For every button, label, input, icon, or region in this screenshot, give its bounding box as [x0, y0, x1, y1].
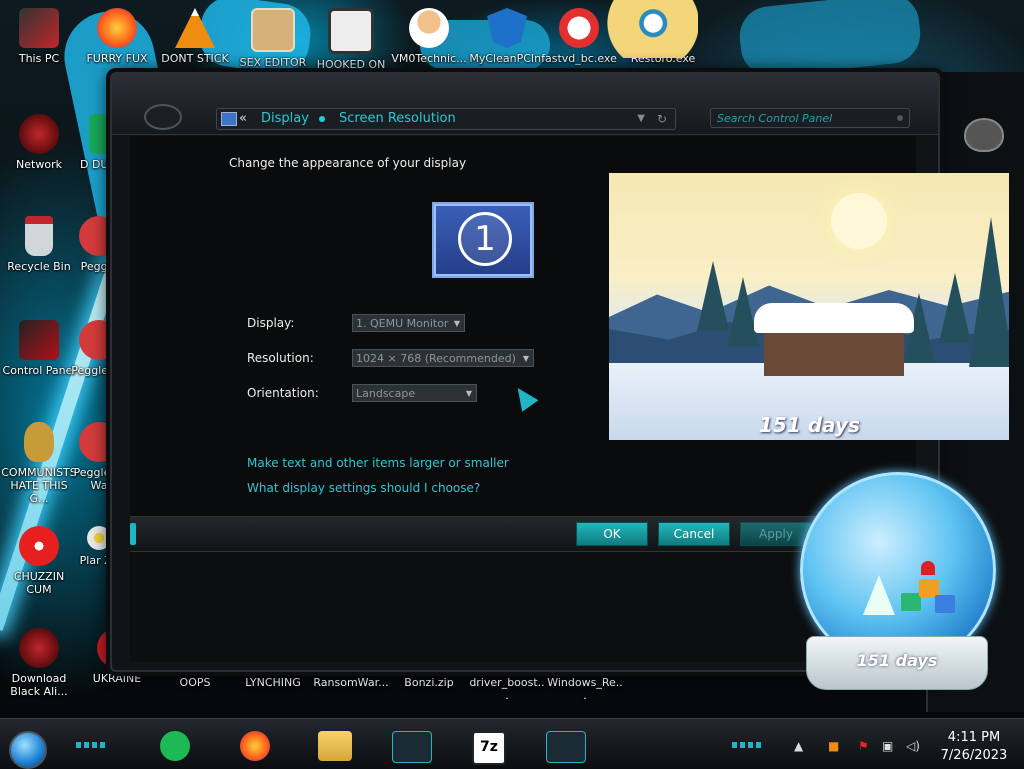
clock[interactable]: 4:11 PM 7/26/2023 — [934, 729, 1014, 765]
file-explorer-icon[interactable] — [318, 731, 352, 761]
vlc-cone-icon — [175, 8, 215, 48]
back-chevron-icon[interactable]: « — [239, 109, 247, 129]
breadcrumb-screen-resolution[interactable]: Screen Resolution — [339, 109, 456, 129]
resolution-select[interactable]: 1024 × 768 (Recommended) ▼ — [352, 349, 534, 367]
computer-icon — [19, 8, 59, 48]
wallpaper-splash — [736, 0, 924, 80]
7zip-icon[interactable]: 7z — [472, 731, 506, 765]
spotify-icon[interactable] — [160, 731, 190, 761]
desktop-icon-oops[interactable]: OOPS — [156, 676, 234, 689]
money-bag-icon — [24, 422, 54, 462]
display-help-link[interactable]: What display settings should I choose? — [247, 481, 480, 495]
network-icon[interactable]: ▣ — [882, 739, 893, 753]
alienware-logo-icon[interactable] — [964, 118, 1004, 152]
desktop-icon-mycleanpc[interactable]: MyCleanPCIn... — [468, 8, 546, 78]
chuzzle-icon — [19, 526, 59, 566]
desktop-icon-vm0technic[interactable]: VM0Technic... — [390, 8, 468, 65]
pine-tree — [697, 261, 729, 331]
start-orb-icon[interactable] — [9, 731, 47, 769]
desktop-icon-ransomware[interactable]: RansomWar... — [312, 676, 390, 689]
search-placeholder: Search Control Panel — [717, 112, 833, 125]
desktop-icon-sex-editor[interactable]: SEX EDITOR — [234, 8, 312, 69]
chevron-down-icon: ▼ — [522, 354, 529, 363]
pine-tree — [969, 217, 1009, 367]
ok-button[interactable]: OK — [576, 522, 648, 546]
display-label: Display: — [247, 316, 295, 330]
chevron-down-icon[interactable]: ▼ — [637, 109, 645, 129]
display-value: 1. QEMU Monitor — [356, 317, 449, 330]
gift-icon — [935, 595, 955, 613]
shield-icon — [487, 8, 527, 48]
chevron-down-icon: ▼ — [453, 319, 460, 328]
days-counter: 151 days — [759, 413, 860, 437]
desktop-icon-dont-stick[interactable]: DONT STICK — [156, 8, 234, 65]
control-panel-icon — [19, 320, 59, 360]
monitor-preview[interactable]: 1 — [432, 202, 534, 278]
display-select[interactable]: 1. QEMU Monitor ▼ — [352, 314, 465, 332]
desktop-icon-this-pc[interactable]: This PC — [0, 8, 78, 65]
monitor-number: 1 — [458, 212, 512, 266]
display-app-icon[interactable] — [392, 731, 432, 763]
orientation-select[interactable]: Landscape ▼ — [352, 384, 477, 402]
globe-days-counter: 151 days — [856, 651, 938, 670]
globe-tree — [863, 575, 895, 615]
resolution-value: 1024 × 768 (Recommended) — [356, 352, 516, 365]
flower-icon — [87, 526, 111, 550]
action-center-flag-icon[interactable]: ⚑ — [858, 739, 869, 753]
snow-globe-base: 151 days — [806, 636, 988, 690]
desktop-icon-windows-re[interactable]: Windows_Re... — [546, 676, 624, 702]
tray-app-icon[interactable]: ■ — [828, 739, 839, 753]
game-icon — [328, 8, 374, 54]
desktop-icon-lynching[interactable]: LYNCHING — [234, 676, 312, 689]
apply-button[interactable]: Apply — [740, 522, 812, 546]
santa-hat-icon — [921, 561, 935, 575]
window-titlebar: « Display Screen Resolution ▼ ↻ Search C… — [112, 74, 938, 135]
app-icon — [89, 114, 109, 154]
pine-tree — [939, 273, 971, 343]
accent-stripe — [130, 523, 136, 545]
alienware-app-icon[interactable] — [546, 731, 586, 763]
cabin-roof — [754, 303, 914, 333]
breadcrumb-separator-icon — [319, 116, 325, 122]
firefox-icon — [97, 8, 137, 48]
address-bar[interactable]: « Display Screen Resolution ▼ ↻ — [216, 108, 676, 130]
chevron-down-icon: ▼ — [465, 389, 472, 398]
orientation-value: Landscape — [356, 387, 416, 400]
gift-icon — [901, 593, 921, 611]
tray-chevron-icon[interactable]: ▲ — [794, 739, 803, 753]
page-title: Change the appearance of your display — [229, 156, 467, 170]
refresh-icon[interactable]: ↻ — [657, 109, 667, 129]
taskbar-decoration — [732, 742, 762, 748]
volume-icon[interactable]: ◁) — [906, 739, 920, 753]
desktop-icon-bonzi[interactable]: Bonzi.zip — [390, 676, 468, 689]
taskbar-decoration — [76, 742, 106, 748]
firefox-icon[interactable] — [240, 731, 270, 761]
hxd-editor-icon — [251, 8, 295, 52]
desktop-icon-download-black[interactable]: Download Black Ali... — [0, 628, 78, 698]
desktop-icon-furry-fux[interactable]: FURRY FUX — [78, 8, 156, 65]
doctor-icon — [409, 8, 449, 48]
desktop-icon-hooked-on[interactable]: HOOKED ON — [312, 8, 390, 71]
clock-date: 7/26/2023 — [940, 748, 1008, 763]
sun — [831, 193, 887, 249]
monitor-icon — [221, 112, 237, 126]
breadcrumb-display[interactable]: Display — [261, 109, 309, 129]
alien-emblem-icon — [144, 104, 182, 130]
cancel-button[interactable]: Cancel — [658, 522, 730, 546]
search-icon[interactable] — [897, 115, 903, 121]
clock-time: 4:11 PM — [947, 730, 1001, 745]
alien-orb-icon — [19, 114, 59, 154]
text-size-link[interactable]: Make text and other items larger or smal… — [247, 456, 509, 470]
alien-orb-icon — [19, 628, 59, 668]
winter-countdown-widget[interactable]: 151 days — [609, 173, 1009, 440]
trash-icon — [25, 216, 53, 256]
desktop-icon-driver-booster[interactable]: driver_boost... — [468, 676, 546, 702]
taskbar: 7z ▲ ■ ⚑ ▣ ◁) 4:11 PM 7/26/2023 — [0, 718, 1024, 769]
cartoon-character-overlay — [586, 0, 698, 58]
search-input[interactable]: Search Control Panel — [710, 108, 910, 128]
pine-tree — [727, 277, 759, 347]
resolution-label: Resolution: — [247, 351, 314, 365]
window-footer — [130, 552, 916, 662]
orientation-label: Orientation: — [247, 386, 319, 400]
